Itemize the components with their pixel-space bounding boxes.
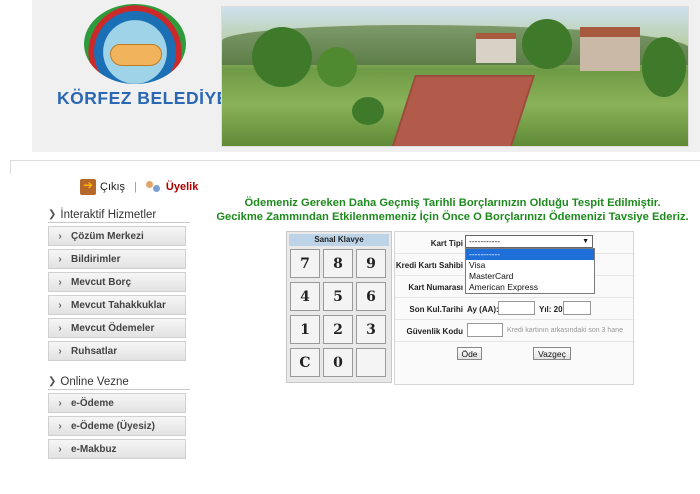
sidebar-item-e-makbuz[interactable]: › e-Makbuz <box>48 439 186 459</box>
section-arrow-icon: ❯ <box>48 376 57 387</box>
sidebar-item-label: Ruhsatlar <box>71 345 118 357</box>
sidebar-item-mevcut-borc[interactable]: › Mevcut Borç <box>48 272 186 292</box>
row-cvv: Güvenlik Kodu Kredi kartının arkasındaki… <box>395 320 635 342</box>
expiry-label: Son Kul.Tarihi <box>409 305 463 314</box>
card-holder-label: Kredi Kartı Sahibi <box>395 261 463 270</box>
section-title-online-vezne: ❯ Online Vezne <box>48 374 190 390</box>
chevron-right-icon: › <box>58 230 62 242</box>
cvv-input[interactable] <box>467 323 503 337</box>
section-title-label: İnteraktif Hizmetler <box>60 208 157 221</box>
sidebar-item-label: Mevcut Borç <box>71 276 132 288</box>
pay-button[interactable]: Öde <box>457 347 482 360</box>
sidebar-item-ruhsatlar[interactable]: › Ruhsatlar <box>48 341 186 361</box>
sidebar-item-label: e-Ödeme (Üyesiz) <box>71 420 155 432</box>
chevron-right-icon: › <box>58 420 62 432</box>
sidebar-item-label: e-Makbuz <box>71 443 117 455</box>
keypad-key-0[interactable]: 0 <box>323 348 353 377</box>
chevron-right-icon: › <box>58 276 62 288</box>
logout-link[interactable]: Çıkış <box>48 178 126 195</box>
keypad-key-2[interactable]: 2 <box>323 315 353 344</box>
sidebar: Çıkış | Üyelik ❯ İnteraktif Hizmetler › Ç… <box>48 176 198 459</box>
chevron-right-icon: › <box>58 345 62 357</box>
sidebar-item-bildirimler[interactable]: › Bildirimler <box>48 249 186 269</box>
keypad-keys: 7 8 9 4 5 6 1 2 3 C 0 <box>290 249 390 377</box>
row-actions: Öde Vazgeç <box>395 342 635 364</box>
card-type-value: ----------- <box>469 236 501 246</box>
membership-label: Üyelik <box>165 181 199 193</box>
keypad-key-4[interactable]: 4 <box>290 282 320 311</box>
notice-line-2: Gecikme Zammından Etkilenmemeniz İçin Ön… <box>216 211 689 223</box>
expiry-year-input[interactable] <box>563 301 591 315</box>
user-bar: Çıkış | Üyelik <box>48 176 198 198</box>
keypad-key-9[interactable]: 9 <box>356 249 386 278</box>
keypad-key-blank[interactable] <box>356 348 386 377</box>
chevron-right-icon: › <box>58 299 62 311</box>
keypad-key-3[interactable]: 3 <box>356 315 386 344</box>
chevron-right-icon: › <box>58 397 62 409</box>
sidebar-item-label: Mevcut Ödemeler <box>71 322 155 334</box>
payment-form: Kart Tipi ----------- ▼ ----------- Visa… <box>394 231 635 385</box>
userbar-divider: | <box>134 181 137 193</box>
keypad-key-8[interactable]: 8 <box>323 249 353 278</box>
expiry-month-input[interactable] <box>498 301 535 315</box>
chevron-right-icon: › <box>58 443 62 455</box>
cvv-label: Güvenlik Kodu <box>406 327 463 336</box>
sidebar-item-cozum-merkezi[interactable]: › Çözüm Merkezi <box>48 226 186 246</box>
card-number-label: Kart Numarası <box>408 283 463 292</box>
keypad-key-7[interactable]: 7 <box>290 249 320 278</box>
logout-icon <box>80 178 96 195</box>
logo-text: KÖRFEZ BELEDİYESİ <box>57 88 247 108</box>
keypad-key-1[interactable]: 1 <box>290 315 320 344</box>
debt-notice: Ödemeniz Gereken Daha Geçmiş Tarihli Bor… <box>205 196 700 224</box>
keypad-key-5[interactable]: 5 <box>323 282 353 311</box>
card-type-option-amex[interactable]: American Express <box>466 282 594 293</box>
notice-line-1: Ödemeniz Gereken Daha Geçmiş Tarihli Bor… <box>244 197 661 209</box>
card-type-option-none[interactable]: ----------- <box>466 249 594 260</box>
handshake-icon <box>110 44 162 66</box>
virtual-keypad: Sanal Klavye 7 8 9 4 5 6 1 2 3 C 0 <box>286 231 392 383</box>
card-type-label: Kart Tipi <box>430 239 463 248</box>
cancel-button[interactable]: Vazgeç <box>533 347 571 360</box>
row-expiry: Son Kul.Tarihi Ay (AA): Yıl: 20 <box>395 298 635 320</box>
year-label: Yıl: 20 <box>539 305 563 314</box>
content-border <box>10 160 700 174</box>
card-type-select[interactable]: ----------- ▼ <box>465 235 593 248</box>
sidebar-item-mevcut-odemeler[interactable]: › Mevcut Ödemeler <box>48 318 186 338</box>
card-type-option-mastercard[interactable]: MasterCard <box>466 271 594 282</box>
users-icon <box>145 179 162 195</box>
section-arrow-icon: ❯ <box>48 209 57 220</box>
month-label: Ay (AA): <box>467 305 499 314</box>
cvv-hint: Kredi kartının arkasındaki son 3 hane <box>507 327 623 334</box>
chevron-right-icon: › <box>58 322 62 334</box>
sidebar-item-label: Mevcut Tahakkuklar <box>71 299 166 311</box>
logout-label: Çıkış <box>100 181 126 193</box>
keypad-key-clear[interactable]: C <box>290 348 320 377</box>
sidebar-item-label: Çözüm Merkezi <box>71 230 144 242</box>
sidebar-item-label: Bildirimler <box>71 253 121 265</box>
chevron-right-icon: › <box>58 253 62 265</box>
page: KÖRFEZ BELEDİYESİ Çıkış | <box>0 0 700 494</box>
membership-link[interactable]: Üyelik <box>145 179 199 195</box>
row-card-type: Kart Tipi ----------- ▼ ----------- Visa… <box>395 232 635 294</box>
sidebar-item-mevcut-tahakkuklar[interactable]: › Mevcut Tahakkuklar <box>48 295 186 315</box>
logo-emblem-icon <box>84 4 186 84</box>
card-type-dropdown: ----------- Visa MasterCard American Exp… <box>465 248 595 294</box>
header-photo <box>221 6 689 147</box>
section-title-interactive: ❯ İnteraktif Hizmetler <box>48 207 190 223</box>
sidebar-item-e-odeme[interactable]: › e-Ödeme <box>48 393 186 413</box>
card-type-option-visa[interactable]: Visa <box>466 260 594 271</box>
keypad-key-6[interactable]: 6 <box>356 282 386 311</box>
municipality-logo[interactable]: KÖRFEZ BELEDİYESİ <box>32 0 246 152</box>
header: KÖRFEZ BELEDİYESİ <box>32 0 700 152</box>
dropdown-arrow-icon: ▼ <box>582 238 589 245</box>
sidebar-item-label: e-Ödeme <box>71 397 114 409</box>
sidebar-item-e-odeme-uyesiz[interactable]: › e-Ödeme (Üyesiz) <box>48 416 186 436</box>
keypad-title: Sanal Klavye <box>289 234 389 246</box>
section-title-label: Online Vezne <box>60 375 129 388</box>
